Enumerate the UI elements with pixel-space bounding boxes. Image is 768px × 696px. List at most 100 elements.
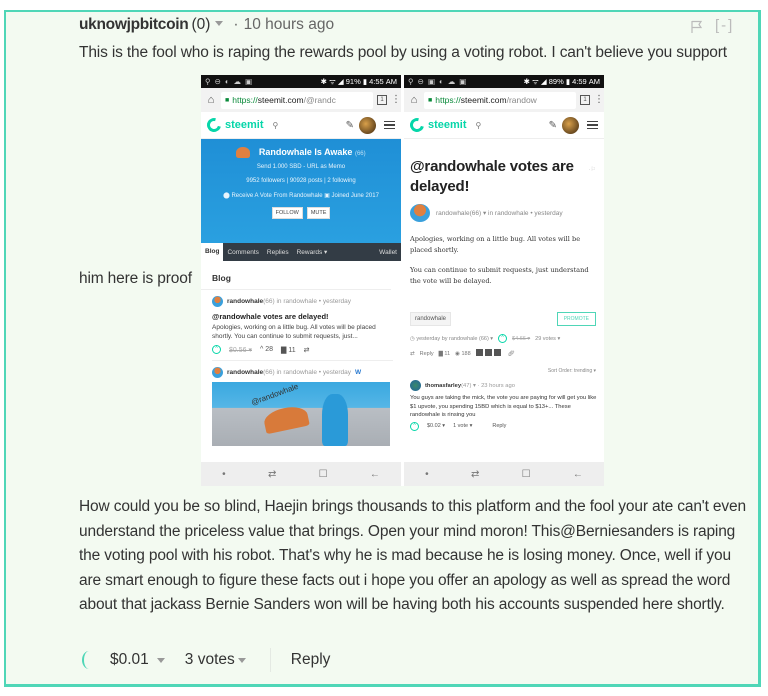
tab-replies: Replies	[266, 248, 289, 256]
search-icon: ⚲	[272, 120, 279, 130]
comment-body-line: him here is proof	[79, 270, 192, 287]
browser-url-bar: ⌂ ■ https:// steemit.com /randow 1 ⋮	[404, 88, 604, 112]
nav-dot-icon: •	[425, 468, 429, 480]
blog-heading: Blog	[201, 261, 391, 290]
hamburger-menu-icon	[384, 120, 395, 130]
post-author: randowhale	[227, 369, 264, 376]
reply-body: You guys are taking the mick, the vote y…	[410, 395, 597, 418]
home-icon: ⌂	[410, 94, 418, 106]
post-card: randowhale (66) in randowhale • yesterda…	[212, 367, 393, 378]
comment-count: ▇ 11	[438, 350, 451, 357]
author-avatar	[212, 296, 223, 307]
comment-footer: $0.01 3 votes Reply	[82, 648, 330, 672]
reply-button[interactable]: Reply	[291, 651, 331, 669]
pencil-icon: ✎	[548, 119, 557, 131]
profile-reputation: (66)	[354, 151, 366, 157]
payout-dropdown[interactable]: $0.01	[110, 651, 165, 669]
user-avatar	[359, 116, 376, 134]
post-author: randowhale	[227, 298, 264, 305]
url-scheme: https://	[232, 95, 258, 105]
url-domain: steemit.com	[257, 95, 304, 105]
payout-value: $0.01	[110, 651, 149, 668]
profile-about: Send 1.000 SBD - URL as Memo	[256, 164, 346, 170]
collapse-button[interactable]: [-]	[715, 17, 734, 34]
lock-icon: ■	[225, 96, 230, 104]
sort-order: Sort Order: trending ▾	[547, 368, 596, 374]
post-time: ◷ yesterday by randowhale (66) ▾	[410, 335, 494, 342]
steemit-logo-icon	[407, 115, 427, 135]
thumbnail-caption: @randowhale	[249, 382, 300, 408]
post-flag-icon: ·⚐	[588, 167, 596, 173]
back-arrow-icon: ←	[369, 468, 380, 480]
profile-banner: Randowhale Is Awake (66) Send 1.000 SBD …	[201, 139, 401, 243]
status-icons: ⚲ ⊖ ▣ ◐ ☁ ▣	[408, 77, 468, 86]
reply-link: Reply	[492, 423, 507, 429]
steemit-logo-text: steemit	[225, 119, 264, 131]
embedded-screenshot: ⚲ ⊖ ◐ ☁ ▣ ✱ ᯤ ◢ 91% ▮ 4:55 AM ⌂ ■ https:…	[201, 75, 604, 486]
post-votes: ^ 28	[259, 346, 273, 353]
hamburger-menu-icon	[587, 120, 598, 130]
post-meta-text: (66) ▾ in randowhale • yesterday	[469, 210, 563, 217]
steemit-logo-icon	[204, 115, 224, 135]
post-title: @randowhale votes are delayed!	[212, 312, 329, 321]
browser-url-bar: ⌂ ■ https:// steemit.com /@randc 1 ⋮	[201, 88, 401, 112]
overflow-menu-icon: ⋮	[594, 94, 604, 105]
profile-name: Randowhale Is Awake	[258, 147, 353, 157]
android-nav-bar: • ⇄ ☐ ←	[201, 462, 401, 486]
author-avatar	[212, 367, 223, 378]
user-avatar	[562, 116, 579, 134]
post-meta: randowhale (66) ▾ in randowhale • yester…	[404, 197, 604, 222]
upvote-icon: ^	[498, 334, 508, 343]
upvote-icon: ^	[410, 421, 419, 431]
profile-title: Randowhale Is Awake (66)	[201, 147, 401, 159]
overflow-menu-icon: ⋮	[391, 94, 401, 105]
resteem-icon: ⇄	[303, 346, 310, 354]
separator-dot: ·	[233, 16, 239, 33]
profile-tabs: Blog Comments Replies Rewards ▾ Wallet	[201, 243, 401, 261]
upvote-spinner-icon[interactable]	[82, 651, 96, 669]
post-paragraph: You can continue to submit requests, jus…	[410, 266, 589, 285]
home-square-icon: ☐	[318, 468, 328, 480]
tab-blog: Blog	[201, 243, 224, 261]
votes-dropdown[interactable]: 3 votes	[185, 651, 246, 669]
android-nav-bar: • ⇄ ☐ ←	[404, 462, 604, 486]
url-scheme: https://	[435, 95, 461, 105]
phone-screenshot-right: ⚲ ⊖ ▣ ◐ ☁ ▣ ✱ ᯤ ◢ 89% ▮ 4:59 AM ⌂ ■ http…	[404, 75, 604, 486]
author-reputation: (0)	[191, 16, 211, 33]
post-paragraph: Apologies, working on a little bug. All …	[410, 235, 581, 254]
post-title: @randowhale votes are delayed!	[410, 158, 574, 195]
tabs-icon: 1	[377, 95, 387, 105]
post-payout: $0.56 ▾	[229, 346, 252, 354]
comment-body-paragraph: How could you be so blind, Haejin brings…	[79, 498, 746, 613]
steemit-header: steemit ⚲ ✎	[404, 112, 604, 139]
author-name[interactable]: uknowjpbitcoin	[79, 16, 189, 34]
search-icon: ⚲	[475, 120, 482, 130]
profile-stats: 9952 followers | 90928 posts | 2 followi…	[246, 178, 356, 184]
post-meta: (66) in randowhale • yesterday	[263, 298, 352, 305]
status-bar: ⚲ ⊖ ◐ ☁ ▣ ✱ ᯤ ◢ 91% ▮ 4:55 AM	[201, 75, 401, 88]
url-field: ■ https:// steemit.com /@randc	[221, 91, 373, 109]
view-count: ◉ 188	[455, 350, 471, 357]
post-payout: $4.66 ▾	[512, 335, 531, 342]
tab-comments: Comments	[227, 248, 259, 256]
author-menu-caret-icon[interactable]	[215, 21, 224, 26]
status-clock: ✱ ᯤ ◢ 89% ▮ 4:59 AM	[523, 76, 600, 86]
post-thumbnail: @randowhale	[212, 382, 390, 446]
post-meta: (66) in randowhale • yesterday	[263, 369, 352, 376]
post-tag: randowhale	[410, 312, 452, 326]
lock-icon: ■	[428, 96, 433, 104]
randowhale-avatar-icon	[236, 147, 251, 159]
post-card: randowhale (66) in randowhale • yesterda…	[212, 296, 393, 361]
flag-icon[interactable]	[690, 20, 704, 34]
url-field: ■ https:// steemit.com /randow	[424, 91, 576, 109]
mute-button: MUTE	[306, 207, 331, 219]
steem-badge-icon: W	[355, 369, 362, 376]
comment-timestamp[interactable]: 10 hours ago	[244, 16, 335, 34]
comment-header: uknowjpbitcoin (0) · 10 hours ago	[79, 16, 334, 38]
post-votes: 29 votes ▾	[535, 335, 561, 342]
status-icons: ⚲ ⊖ ◐ ☁ ▣	[205, 77, 254, 86]
social-share-icons	[475, 349, 503, 358]
reply-payout: $0.02 ▾	[427, 423, 446, 429]
post-actions: ⇄ Reply ▇ 11 ◉ 188 🔗︎	[404, 343, 604, 358]
post-author: randowhale	[436, 209, 470, 217]
